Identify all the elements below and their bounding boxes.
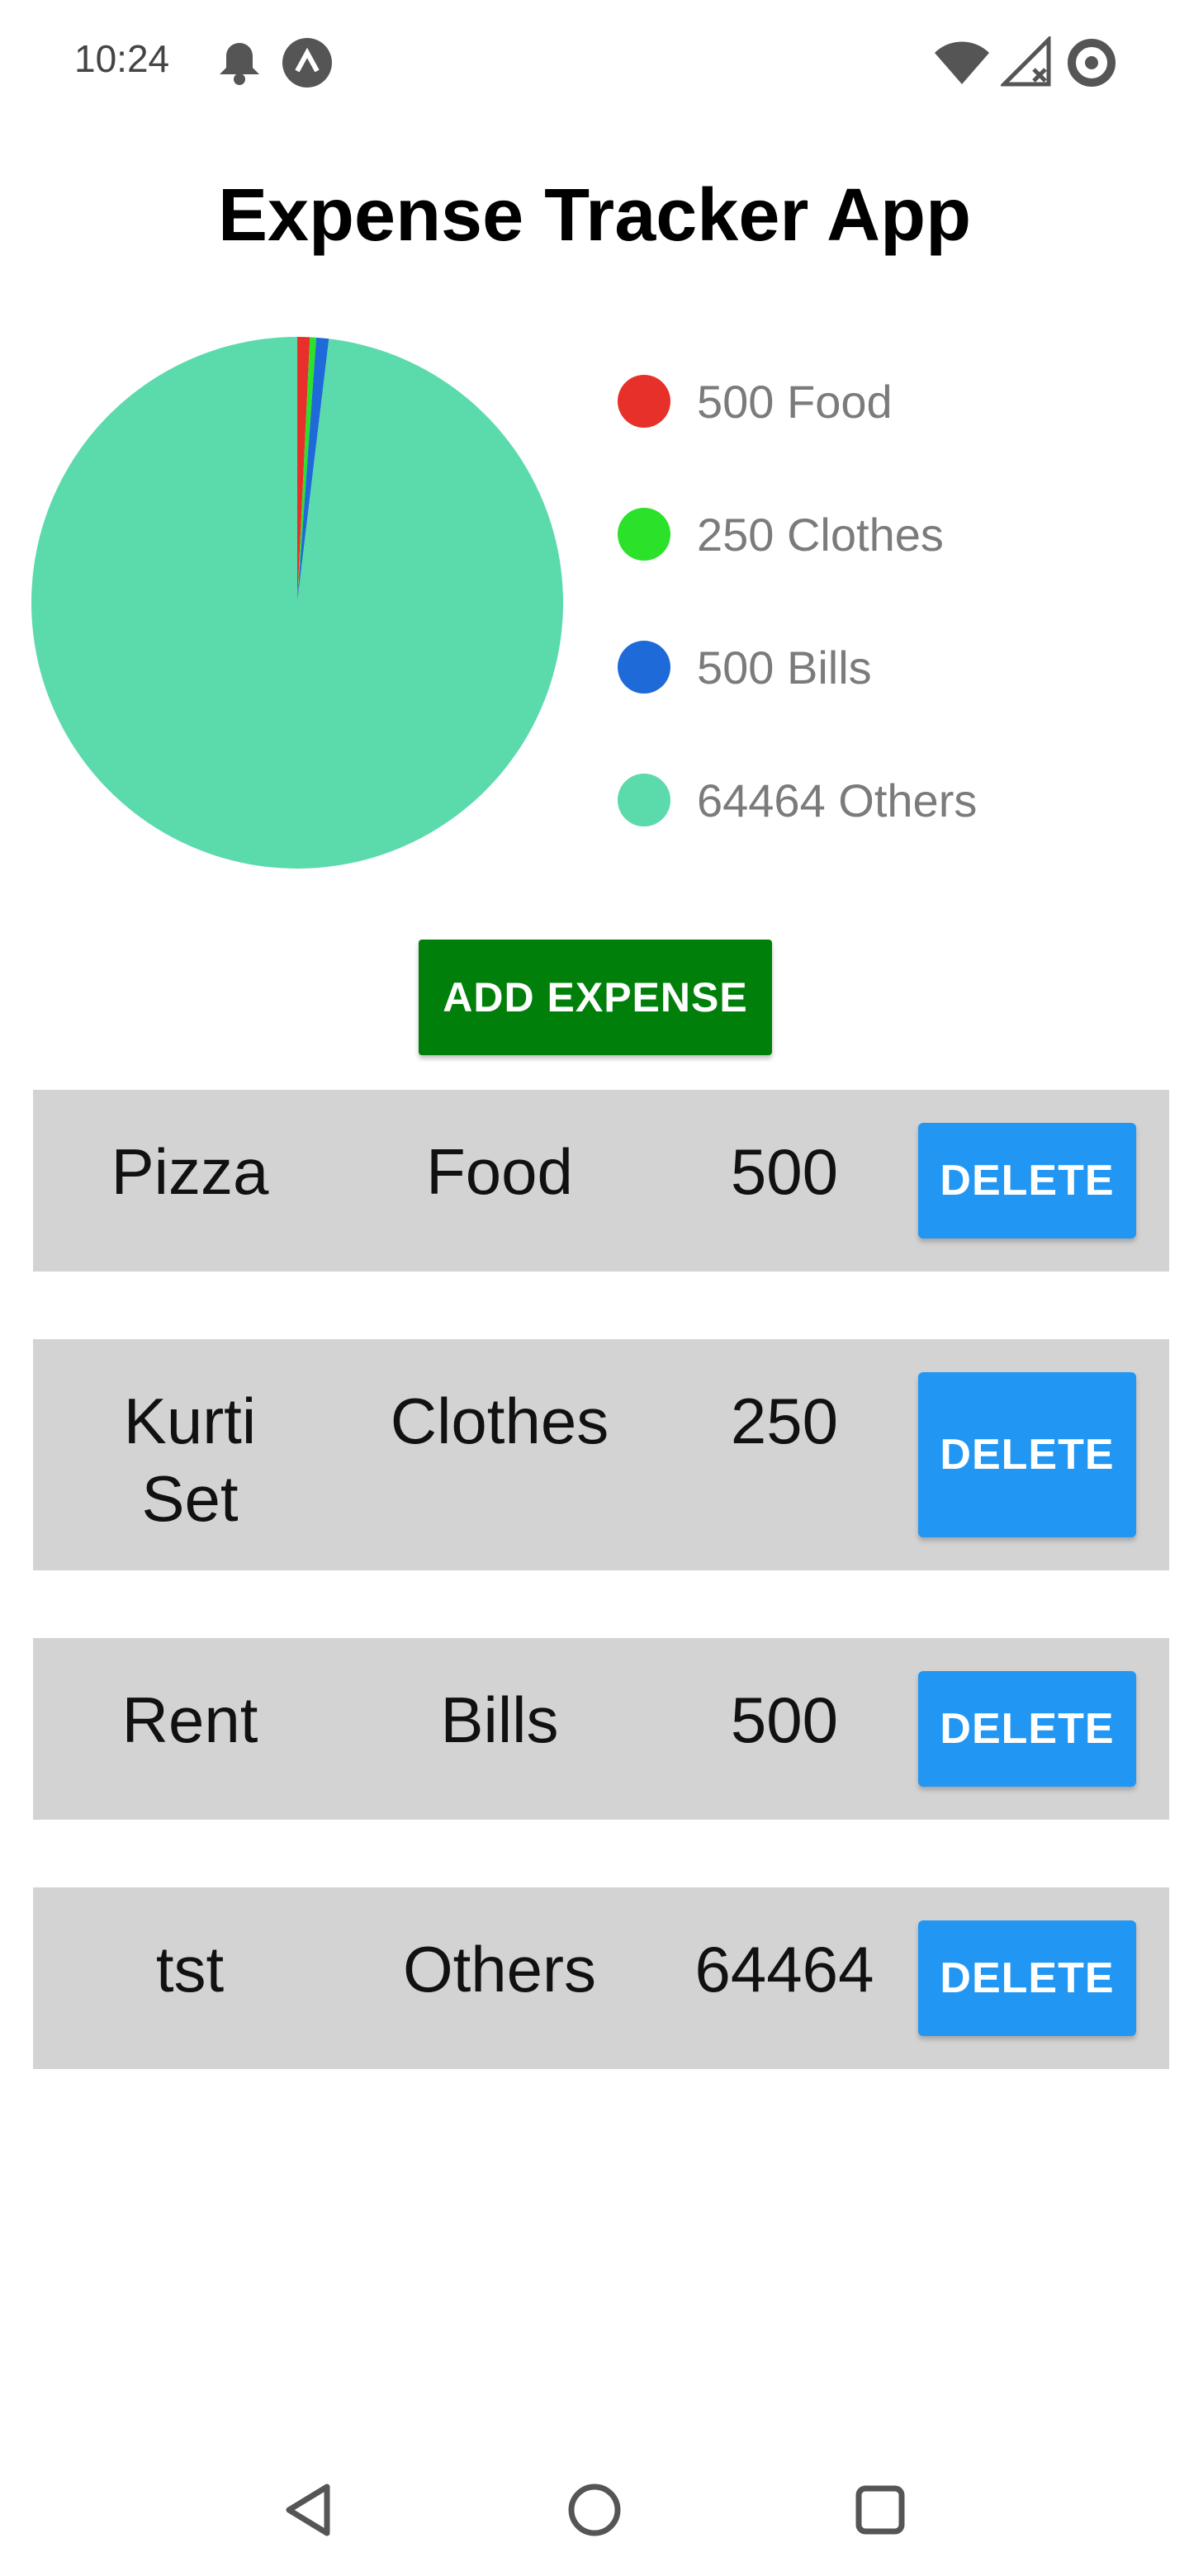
recents-icon[interactable] bbox=[847, 2477, 913, 2543]
expense-name: Kurti Set bbox=[123, 1385, 257, 1535]
battery-saver-icon bbox=[1068, 39, 1116, 87]
legend-label: 250 Clothes bbox=[697, 509, 944, 561]
legend-swatch bbox=[618, 508, 670, 561]
expense-amount: 500 bbox=[730, 1683, 839, 1756]
status-bar: 10:24 bbox=[0, 0, 1189, 124]
expense-name: Pizza bbox=[111, 1135, 269, 1208]
expense-row: Pizza Food 500 DELETE bbox=[33, 1090, 1169, 1271]
page-title: Expense Tracker App bbox=[217, 174, 972, 257]
expense-name: Rent bbox=[121, 1683, 258, 1756]
legend-swatch bbox=[618, 641, 670, 694]
legend-swatch bbox=[618, 375, 670, 428]
delete-button[interactable]: DELETE bbox=[918, 1920, 1136, 2036]
legend-label: 64464 Others bbox=[697, 774, 978, 826]
expense-amount: 64464 bbox=[694, 1933, 874, 2005]
expense-category: Others bbox=[402, 1933, 597, 2005]
add-expense-button[interactable]: ADD EXPENSE bbox=[419, 940, 772, 1055]
legend-item-bills: 500 Bills bbox=[611, 629, 1139, 695]
expense-row: Kurti Set Clothes 250 DELETE bbox=[33, 1339, 1169, 1570]
home-icon[interactable] bbox=[561, 2477, 628, 2543]
expense-category: Bills bbox=[440, 1683, 559, 1756]
expense-amount: 250 bbox=[730, 1385, 839, 1457]
legend-item-food: 500 Food bbox=[611, 363, 1139, 429]
back-icon[interactable] bbox=[277, 2477, 343, 2543]
wifi-icon bbox=[935, 41, 989, 84]
expense-row: Rent Bills 500 DELETE bbox=[33, 1638, 1169, 1820]
delete-button[interactable]: DELETE bbox=[918, 1123, 1136, 1238]
app-notification-icon bbox=[282, 38, 332, 88]
expense-category: Food bbox=[426, 1135, 573, 1208]
navigation-bar bbox=[0, 2444, 1189, 2559]
expense-category: Clothes bbox=[390, 1385, 609, 1457]
status-time: 10:24 bbox=[74, 37, 170, 80]
legend-label: 500 Food bbox=[697, 376, 893, 428]
legend-item-clothes: 250 Clothes bbox=[611, 496, 1139, 562]
delete-button[interactable]: DELETE bbox=[918, 1671, 1136, 1787]
expense-pie-chart bbox=[31, 337, 564, 869]
legend-item-others: 64464 Others bbox=[611, 762, 1139, 828]
legend-label: 500 Bills bbox=[697, 642, 872, 694]
legend-swatch bbox=[618, 774, 670, 826]
signal-icon bbox=[1001, 36, 1051, 87]
notification-bell-icon bbox=[220, 43, 259, 85]
delete-button[interactable]: DELETE bbox=[918, 1372, 1136, 1537]
expense-name: tst bbox=[155, 1933, 225, 2005]
pie-slice-others bbox=[31, 337, 564, 869]
expense-row: tst Others 64464 DELETE bbox=[33, 1887, 1169, 2069]
expense-amount: 500 bbox=[730, 1135, 839, 1208]
